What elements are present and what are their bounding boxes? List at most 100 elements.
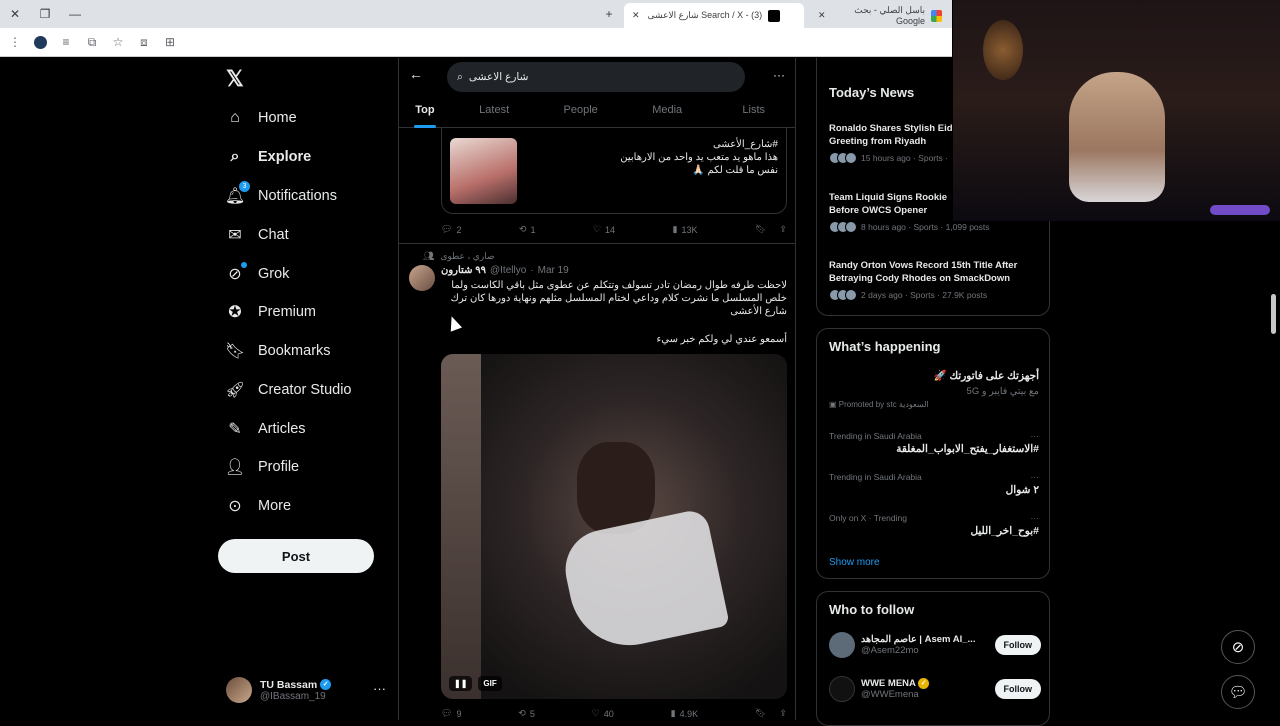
bookmark-star-icon[interactable]: ☆ [111, 35, 125, 49]
search-input[interactable]: ⌕ شارع الاعشى [447, 62, 745, 92]
account-name: TU Bassam [260, 678, 318, 691]
like-button[interactable]: ♡ 40 [592, 708, 614, 719]
like-button[interactable]: ♡ 14 [593, 224, 615, 235]
nav-label: Creator Studio [258, 382, 352, 398]
avatar [829, 676, 855, 702]
nav-item-more[interactable]: ⊙ More [226, 494, 291, 518]
suggestion-name: WWE MENA ✓ [861, 677, 979, 689]
news-item[interactable]: Randy Orton Vows Record 15th Title After… [829, 259, 1039, 301]
profile-icon[interactable] [34, 35, 47, 49]
avatar[interactable] [409, 265, 435, 291]
repost-button[interactable]: ⟲ 5 [518, 708, 535, 719]
tweet[interactable]: #شارع_الأعشى هذا ماهو يد متعب يد واحد من… [399, 128, 795, 244]
tweet[interactable]: 👥︎ صاري ، عطوى ٩٩ شتارون @Itellyo · Mar … [399, 245, 795, 720]
minimize-window-icon[interactable]: — [60, 7, 90, 21]
nav-label: More [258, 498, 292, 514]
messages-fab-icon[interactable]: 💬︎ [1221, 675, 1255, 709]
nav-item-bookmarks[interactable]: 🔖︎ Bookmarks [225, 339, 331, 363]
follow-suggestion[interactable]: عاصم المجاهد | Asem Al_... @Asem22mo Fol… [829, 630, 1041, 660]
more-dots-icon[interactable]: ··· [373, 681, 386, 696]
search-tabs: Top Latest People Media Lists [399, 98, 795, 128]
reply-icon: 💬︎ [441, 224, 453, 234]
more-icon: ⊙ [228, 498, 242, 515]
grok-icon: ⊘ [226, 262, 247, 283]
tweet-text: لاحظت طرفه طوال رمضان تادر تسولف وتتكلم … [450, 280, 787, 317]
premium-icon: ✪ [228, 304, 242, 321]
tab-people[interactable]: People [537, 98, 624, 128]
extensions-icon[interactable]: ⧉ [85, 35, 99, 50]
close-window-icon[interactable]: ✕ [0, 7, 30, 21]
more-dots-icon[interactable]: ··· [773, 68, 785, 82]
reply-button[interactable]: 💬︎ 2 [441, 224, 461, 235]
tab-media[interactable]: Media [624, 98, 711, 128]
follow-button[interactable]: Follow [994, 635, 1041, 655]
gif-media[interactable]: ❚❚ GIF [441, 354, 787, 699]
more-dots-icon[interactable]: ··· [1031, 431, 1040, 441]
back-arrow-icon[interactable]: ← [409, 66, 423, 82]
scrollbar-thumb[interactable] [1271, 294, 1276, 334]
promoted-trend[interactable]: أجهزتك على فاتورتك 🚀 مع بيتي فايبر و 5G … [829, 369, 1039, 409]
nav-label: Articles [258, 421, 306, 437]
nav-label: Chat [258, 227, 289, 243]
show-more-link[interactable]: Show more [829, 557, 880, 568]
quoted-media[interactable] [450, 138, 517, 204]
nav-item-grok[interactable]: ⊘ Grok [226, 262, 289, 286]
tab-google-search[interactable]: ✕ باسل الصلي - بحث Google [810, 3, 950, 28]
pause-icon[interactable]: ❚❚ [449, 676, 473, 691]
promo-title: أجهزتك على فاتورتك 🚀 [933, 370, 1039, 382]
menu-dots-icon[interactable]: ⋮ [8, 35, 22, 49]
share-icon[interactable]: ⇪ [779, 224, 787, 235]
share-icon[interactable]: ⧈ [137, 35, 151, 50]
news-meta: 15 hours ago · Sports · [861, 153, 948, 163]
bookmark-share-group: 🔖︎ ⇪ [755, 708, 787, 719]
trend-item[interactable]: Trending in Saudi Arabia ··· #الاستغفار_ي… [829, 431, 1039, 455]
repost-count: 5 [529, 708, 535, 719]
account-switcher[interactable]: TU Bassam ✓ @IBassam_19 ··· [226, 675, 386, 705]
bookmark-icon[interactable]: 🔖︎ [755, 224, 766, 235]
more-dots-icon[interactable]: ··· [1031, 513, 1040, 523]
more-dots-icon[interactable]: ··· [1031, 472, 1040, 482]
tab-latest[interactable]: Latest [451, 98, 538, 128]
follow-button[interactable]: Follow [994, 679, 1041, 699]
reply-count: 2 [456, 224, 462, 235]
quote-line: نفس ما قلت لكم 🙏🏻 [692, 165, 778, 176]
nav-item-explore[interactable]: ⌕ Explore [226, 145, 312, 169]
reading-list-icon[interactable]: ≡ [59, 35, 73, 49]
bookmark-icon[interactable]: 🔖︎ [755, 708, 766, 719]
quoted-tweet[interactable]: #شارع_الأعشى هذا ماهو يد متعب يد واحد من… [441, 128, 787, 214]
close-tab-icon[interactable]: ✕ [818, 10, 826, 21]
nav-item-profile[interactable]: 👤︎ Profile [225, 455, 299, 479]
new-tab-button[interactable]: + [594, 7, 624, 21]
share-icon[interactable]: ⇪ [779, 708, 787, 719]
reply-count: 9 [456, 708, 462, 719]
author-handle[interactable]: @Itellyo [490, 265, 526, 276]
tab-lists[interactable]: Lists [710, 98, 795, 128]
translate-icon[interactable]: ⊞ [163, 35, 177, 49]
nav-item-creator-studio[interactable]: 🚀︎ Creator Studio [225, 378, 352, 402]
nav-item-premium[interactable]: ✪ Premium [226, 300, 316, 324]
tab-top[interactable]: Top [399, 98, 451, 128]
nav-item-home[interactable]: ⌂ Home [226, 106, 297, 130]
reply-button[interactable]: 💬︎ 9 [441, 708, 461, 719]
nav-item-notifications[interactable]: 🔔︎ 3 Notifications [225, 181, 337, 208]
follow-suggestion[interactable]: WWE MENA ✓ @WWEmena Follow [829, 674, 1041, 704]
views-button[interactable]: ▮ 13K [673, 224, 698, 235]
author-name[interactable]: ٩٩ شتارون [441, 265, 486, 276]
close-tab-icon[interactable]: ✕ [632, 10, 640, 21]
avatar [829, 632, 855, 658]
views-button[interactable]: ▮ 4.9K [671, 708, 698, 719]
repost-count: 1 [530, 224, 536, 235]
grok-fab-icon[interactable]: ⊘ [1221, 630, 1255, 664]
trend-item[interactable]: Trending in Saudi Arabia ··· ٢ شوال [829, 472, 1039, 496]
trend-topic: #بوح_اخر_الليل [970, 525, 1039, 537]
x-logo-icon[interactable]: 𝕏 [226, 66, 244, 92]
tweet-date[interactable]: Mar 19 [538, 265, 569, 276]
restore-window-icon[interactable]: ❐ [30, 7, 60, 21]
trend-item[interactable]: Only on X · Trending ··· #بوح_اخر_الليل [829, 513, 1039, 537]
post-button[interactable]: Post [218, 539, 374, 573]
like-count: 40 [603, 708, 614, 719]
tab-x-search[interactable]: ✕ Search / X - (3) شارع الاعشى [624, 3, 804, 28]
nav-item-chat[interactable]: ✉ Chat [226, 223, 289, 247]
repost-button[interactable]: ⟲ 1 [519, 224, 536, 235]
nav-item-articles[interactable]: ✎ Articles [226, 417, 306, 441]
